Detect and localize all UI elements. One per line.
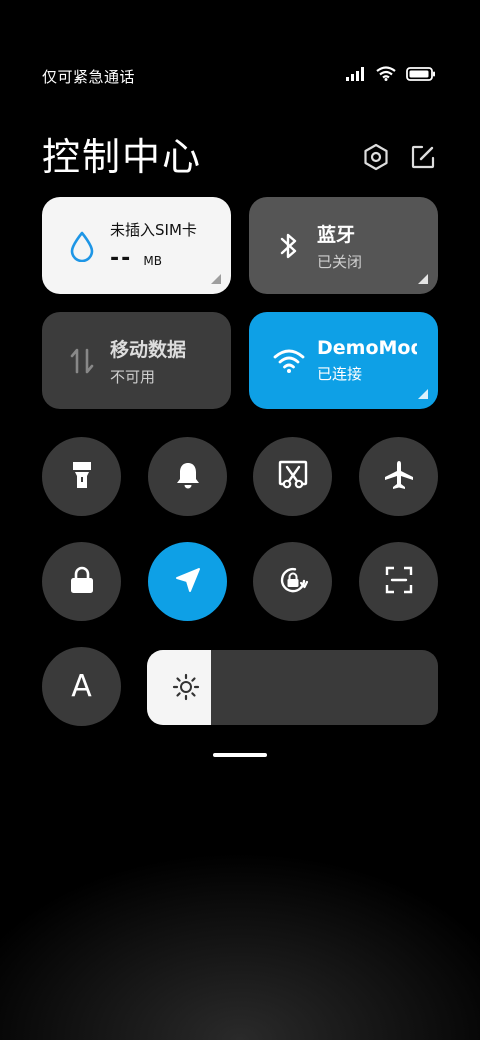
control-center: 仅可紧急通话 控制中心 未插入SIM卡 -- MB 蓝牙 已关闭 移动数据 不可… (0, 0, 480, 1040)
font-size-toggle[interactable]: A (42, 647, 121, 726)
wifi-tile[interactable]: DemoMod 已连接 (249, 312, 438, 409)
lock-icon (68, 565, 96, 599)
screenshot-toggle[interactable] (253, 437, 332, 516)
airplane-icon (383, 459, 415, 495)
bluetooth-title: 蓝牙 (317, 223, 356, 246)
drag-handle[interactable] (213, 753, 267, 757)
water-drop-icon (66, 230, 98, 262)
expand-corner[interactable] (418, 274, 428, 284)
page-title: 控制中心 (42, 135, 203, 179)
wifi-status: 已连接 (317, 365, 363, 383)
data-usage-value: -- (110, 245, 133, 271)
data-usage-tile[interactable]: 未插入SIM卡 -- MB (42, 197, 231, 294)
bell-toggle[interactable] (148, 437, 227, 516)
location-toggle[interactable] (148, 542, 227, 621)
edit-button[interactable] (408, 144, 438, 174)
sun-icon (171, 672, 201, 702)
settings-hexagon-icon (362, 143, 390, 175)
mobile-data-tile[interactable]: 移动数据 不可用 (42, 312, 231, 409)
bluetooth-tile[interactable]: 蓝牙 已关闭 (249, 197, 438, 294)
status-icons (346, 66, 436, 85)
mobile-data-status: 不可用 (110, 367, 156, 386)
wifi-icon (376, 66, 396, 85)
bluetooth-icon (273, 230, 305, 262)
bell-icon (174, 460, 202, 494)
brightness-slider[interactable] (147, 650, 438, 725)
scan-icon (384, 565, 414, 599)
mobile-data-title: 移动数据 (110, 338, 187, 361)
wifi-network-name: DemoMod (317, 337, 417, 359)
font-icon: A (71, 669, 92, 704)
data-tile-title: 未插入SIM卡 (110, 220, 197, 239)
lock-screen-toggle[interactable] (42, 542, 121, 621)
flashlight-toggle[interactable] (42, 437, 121, 516)
screenshot-scissors-icon (277, 459, 309, 495)
location-arrow-icon (173, 565, 203, 599)
wifi-icon (273, 345, 305, 377)
rotation-lock-icon (276, 563, 310, 601)
settings-button[interactable] (361, 143, 391, 175)
expand-corner[interactable] (211, 274, 221, 284)
expand-corner[interactable] (418, 389, 428, 399)
flashlight-icon (70, 460, 94, 494)
airplane-toggle[interactable] (359, 437, 438, 516)
data-usage-unit: MB (143, 253, 162, 268)
data-arrows-icon (66, 345, 98, 377)
carrier-status: 仅可紧急通话 (42, 68, 136, 86)
signal-icon (346, 66, 366, 85)
battery-icon (406, 66, 436, 85)
edit-icon (410, 144, 436, 174)
rotation-lock-toggle[interactable] (253, 542, 332, 621)
bluetooth-status: 已关闭 (317, 252, 363, 271)
scanner-toggle[interactable] (359, 542, 438, 621)
